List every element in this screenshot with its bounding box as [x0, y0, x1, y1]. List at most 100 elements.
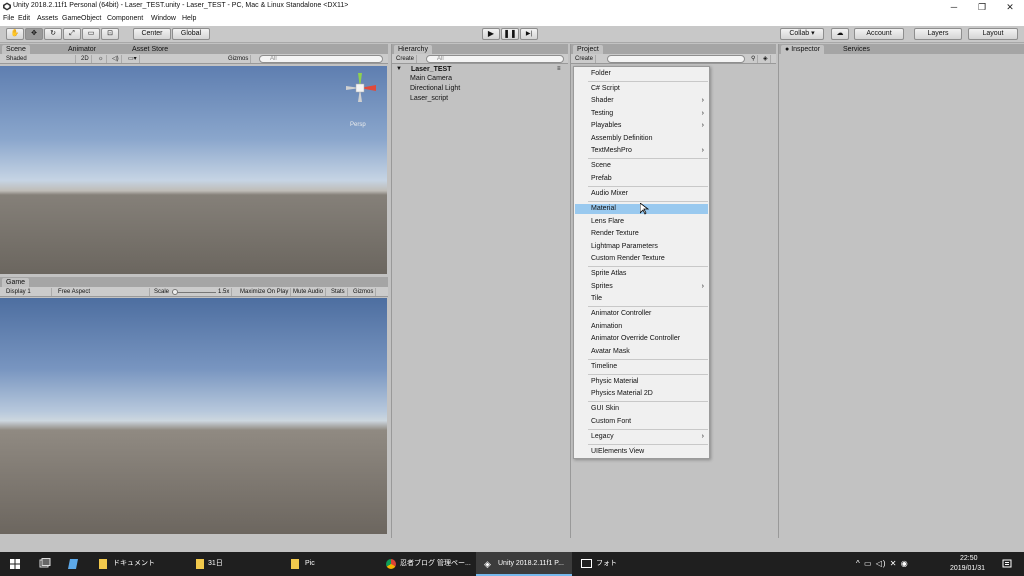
- menu-item-custom-render-texture[interactable]: Custom Render Texture: [575, 254, 708, 264]
- aspect-dropdown[interactable]: Free Aspect: [56, 288, 150, 296]
- menu-item-shader[interactable]: Shader ›: [575, 96, 708, 106]
- menu-item-lightmap-parameters[interactable]: Lightmap Parameters: [575, 242, 708, 252]
- menu-item-timeline[interactable]: Timeline: [575, 362, 708, 372]
- taskbar-item-unity[interactable]: ◈ Unity 2018.2.11f1 P...: [476, 552, 572, 576]
- scale-slider[interactable]: [172, 292, 216, 293]
- tab-animator[interactable]: Animator: [64, 45, 100, 54]
- menu-item-scene[interactable]: Scene: [575, 161, 708, 171]
- system-tray-icons[interactable]: ^ ▭ ◁) ✕ ◉: [856, 559, 909, 568]
- restore-button[interactable]: ❐: [968, 0, 996, 14]
- tab-scene[interactable]: Scene: [2, 45, 30, 54]
- minimize-button[interactable]: ─: [940, 0, 968, 14]
- mute-audio-toggle[interactable]: Mute Audio: [291, 288, 327, 296]
- menu-item-render-texture[interactable]: Render Texture: [575, 229, 708, 239]
- scene-expand-icon[interactable]: ▼: [396, 66, 402, 72]
- menu-item-animation[interactable]: Animation: [575, 322, 708, 332]
- filter-by-type-icon[interactable]: ⚲: [749, 55, 759, 63]
- hierarchy-search-input[interactable]: All: [426, 55, 564, 63]
- menu-item-playables[interactable]: Playables ›: [575, 121, 708, 131]
- stats-toggle[interactable]: Stats: [329, 288, 348, 296]
- collab-button[interactable]: Collab ▾: [780, 28, 824, 40]
- task-view-icon[interactable]: [39, 558, 51, 569]
- menu-help[interactable]: Help: [182, 15, 196, 22]
- menu-gameobject[interactable]: GameObject: [62, 15, 101, 22]
- menu-item-animator-override-controller[interactable]: Animator Override Controller: [575, 334, 708, 344]
- menu-item-folder[interactable]: Folder: [575, 69, 708, 79]
- menu-item-legacy[interactable]: Legacy ›: [575, 432, 708, 442]
- persp-label[interactable]: Persp: [350, 122, 366, 128]
- taskbar-item-photos[interactable]: フォト: [575, 552, 667, 576]
- scale-slider-thumb[interactable]: [172, 289, 178, 295]
- tab-hierarchy[interactable]: Hierarchy: [394, 45, 432, 54]
- menu-item-testing[interactable]: Testing ›: [575, 109, 708, 119]
- menu-edit[interactable]: Edit: [18, 15, 30, 22]
- hierarchy-create-dropdown[interactable]: Create: [394, 55, 418, 63]
- display-dropdown[interactable]: Display 1: [4, 288, 52, 296]
- menu-item-physic-material[interactable]: Physic Material: [575, 377, 708, 387]
- move-tool-icon[interactable]: ✥: [25, 28, 43, 40]
- scale-tool-icon[interactable]: ⤢: [63, 28, 81, 40]
- pivot-center-button[interactable]: Center: [133, 28, 171, 40]
- menu-item-avatar-mask[interactable]: Avatar Mask: [575, 347, 708, 357]
- tab-asset-store[interactable]: Asset Store: [128, 45, 172, 54]
- menu-item-sprites[interactable]: Sprites ›: [575, 282, 708, 292]
- mode-2d-toggle[interactable]: 2D: [79, 55, 92, 63]
- tab-services[interactable]: Services: [839, 45, 874, 54]
- menu-item-csharp-script[interactable]: C# Script: [575, 84, 708, 94]
- menu-item-prefab[interactable]: Prefab: [575, 174, 708, 184]
- menu-item-textmeshpro[interactable]: TextMeshPro ›: [575, 146, 708, 156]
- app-pinned-icon[interactable]: [68, 558, 80, 570]
- taskbar-item-31[interactable]: 31日: [188, 552, 280, 576]
- clock-time[interactable]: 22:50: [960, 555, 978, 562]
- windows-start-icon[interactable]: [10, 559, 20, 569]
- menu-item-tile[interactable]: Tile: [575, 294, 708, 304]
- hierarchy-item[interactable]: Directional Light: [410, 85, 460, 92]
- menu-window[interactable]: Window: [151, 15, 176, 22]
- pause-button[interactable]: ❚❚: [501, 28, 519, 40]
- effects-toggle-icon[interactable]: ▭▾: [126, 55, 140, 63]
- rect-tool-icon[interactable]: ▭: [82, 28, 100, 40]
- hierarchy-item[interactable]: Laser_script: [410, 95, 448, 102]
- menu-item-custom-font[interactable]: Custom Font: [575, 417, 708, 427]
- scene-orientation-gizmo-icon[interactable]: [340, 70, 380, 120]
- taskbar-item-chrome[interactable]: 忍者ブログ 管理ペー...: [380, 552, 472, 576]
- tab-inspector[interactable]: ● Inspector: [781, 45, 824, 54]
- game-gizmos-dropdown[interactable]: Gizmos: [351, 288, 377, 296]
- lighting-toggle-icon[interactable]: ☼: [96, 55, 107, 63]
- step-button[interactable]: ▶|: [520, 28, 538, 40]
- play-button[interactable]: ▶: [482, 28, 500, 40]
- menu-item-sprite-atlas[interactable]: Sprite Atlas: [575, 269, 708, 279]
- hierarchy-item[interactable]: Main Camera: [410, 75, 452, 82]
- game-viewport[interactable]: [0, 298, 387, 534]
- hierarchy-scene-root[interactable]: Laser_TEST: [411, 66, 451, 73]
- menu-item-gui-skin[interactable]: GUI Skin: [575, 404, 708, 414]
- menu-item-animator-controller[interactable]: Animator Controller: [575, 309, 708, 319]
- tab-project[interactable]: Project: [573, 45, 603, 54]
- project-create-dropdown[interactable]: Create: [573, 55, 597, 63]
- menu-file[interactable]: File: [3, 15, 14, 22]
- cloud-icon[interactable]: ☁: [831, 28, 849, 40]
- taskbar-item-documents[interactable]: ドキュメント: [93, 552, 185, 576]
- maximize-on-play-toggle[interactable]: Maximize On Play: [238, 288, 292, 296]
- project-search-input[interactable]: [607, 55, 745, 63]
- menu-component[interactable]: Component: [107, 15, 143, 22]
- space-global-button[interactable]: Global: [172, 28, 210, 40]
- scene-options-icon[interactable]: ≡: [557, 66, 561, 72]
- menu-assets[interactable]: Assets: [37, 15, 58, 22]
- filter-by-label-icon[interactable]: ◈: [761, 55, 771, 63]
- gizmos-dropdown[interactable]: Gizmos: [226, 55, 252, 63]
- menu-item-audio-mixer[interactable]: Audio Mixer: [575, 189, 708, 199]
- rotate-tool-icon[interactable]: ↻: [44, 28, 62, 40]
- transform-tool-icon[interactable]: ⊡: [101, 28, 119, 40]
- clock-date[interactable]: 2019/01/31: [950, 565, 985, 572]
- taskbar-item-pic[interactable]: Pic: [283, 552, 375, 576]
- scene-viewport[interactable]: [0, 66, 387, 274]
- audio-toggle-icon[interactable]: ◁): [110, 55, 122, 63]
- menu-item-uielements-view[interactable]: UIElements View: [575, 447, 708, 457]
- close-button[interactable]: ✕: [996, 0, 1024, 14]
- scene-search-input[interactable]: All: [259, 55, 383, 63]
- menu-item-lens-flare[interactable]: Lens Flare: [575, 217, 708, 227]
- hand-tool-icon[interactable]: ✋: [6, 28, 24, 40]
- menu-item-physics-material-2d[interactable]: Physics Material 2D: [575, 389, 708, 399]
- account-dropdown[interactable]: Account: [854, 28, 904, 40]
